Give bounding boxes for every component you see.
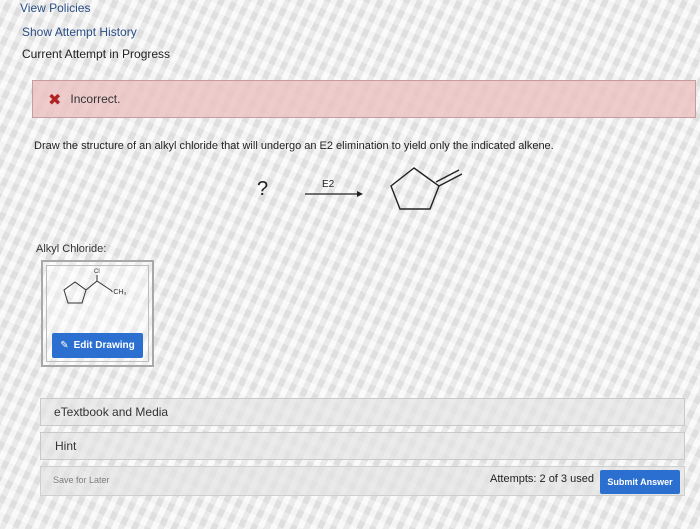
- pencil-icon: ✎: [60, 340, 69, 351]
- arrow-label: E2: [322, 179, 335, 190]
- submit-answer-button[interactable]: Submit Answer: [600, 470, 680, 494]
- show-attempt-history-link[interactable]: Show Attempt History: [22, 25, 137, 39]
- save-for-later-link[interactable]: Save for Later: [53, 475, 110, 485]
- edit-drawing-label: Edit Drawing: [73, 340, 135, 351]
- product-methylenecyclopentane: [390, 167, 463, 210]
- feedback-status: Incorrect.: [70, 92, 121, 106]
- etextbook-media-section[interactable]: eTextbook and Media: [40, 398, 685, 426]
- reaction-arrowhead: [357, 191, 363, 197]
- submit-answer-label: Submit Answer: [607, 477, 673, 487]
- question-text: Draw the structure of an alkyl chloride …: [34, 140, 554, 152]
- alkyl-chloride-label: Alkyl Chloride:: [36, 243, 107, 255]
- x-icon: ✖: [48, 89, 62, 109]
- incorrect-banner: ✖ Incorrect.: [32, 80, 696, 118]
- attempts-counter: Attempts: 2 of 3 used: [490, 473, 594, 485]
- view-policies-link[interactable]: View Policies: [20, 1, 90, 15]
- structure-drawing: Cl -CH₃: [63, 269, 126, 304]
- unknown-reactant: ?: [257, 178, 268, 200]
- reaction-scheme: ? E2: [257, 167, 463, 210]
- hint-section[interactable]: Hint: [40, 432, 685, 460]
- current-attempt-heading: Current Attempt in Progress: [22, 47, 171, 61]
- hint-label: Hint: [55, 439, 77, 453]
- edit-drawing-button[interactable]: ✎ Edit Drawing: [52, 333, 143, 358]
- etextbook-label: eTextbook and Media: [54, 405, 169, 419]
- chlorine-label: Cl: [94, 269, 100, 275]
- methyl-label: -CH₃: [111, 289, 126, 296]
